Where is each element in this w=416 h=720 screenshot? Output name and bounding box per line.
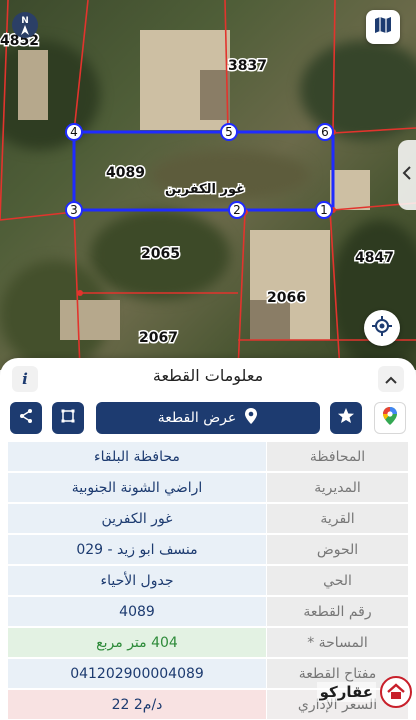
- governorate-value: محافظة البلقاء: [8, 442, 266, 472]
- vertex-2[interactable]: 2: [228, 201, 246, 219]
- area-measure-button[interactable]: [52, 402, 84, 434]
- sheet-header: i معلومات القطعة: [0, 358, 416, 398]
- app-logo: عقاركو: [262, 670, 412, 714]
- parcel-number-value: 4089: [8, 597, 266, 627]
- show-parcel-button[interactable]: عرض القطعة: [96, 402, 320, 434]
- logo-text: عقاركو: [316, 682, 376, 702]
- north-button[interactable]: N: [8, 10, 42, 44]
- parcel-overlay: 4 5 6 3 2 1 3837 4089 2065 4847 2066 206…: [0, 0, 416, 370]
- locate-icon: [371, 315, 393, 341]
- side-panel-tab[interactable]: [398, 140, 416, 210]
- locate-me-button[interactable]: [364, 310, 400, 346]
- svg-text:4: 4: [70, 125, 78, 139]
- basin-value: منسف ابو زيد - 029: [8, 535, 266, 565]
- polygon-icon: [60, 408, 76, 428]
- vertex-4[interactable]: 4: [65, 123, 83, 141]
- neighborhood-label: الحي: [266, 566, 408, 596]
- svg-text:N: N: [21, 16, 29, 26]
- basin-label: الحوض: [266, 535, 408, 565]
- row-parcel-number: 4089 رقم القطعة: [8, 597, 408, 628]
- action-bar: عرض القطعة: [0, 402, 416, 460]
- share-button[interactable]: [10, 402, 42, 434]
- vertex-6[interactable]: 6: [316, 123, 334, 141]
- parcel-label-4847: 4847: [355, 250, 394, 266]
- vertex-1[interactable]: 1: [315, 201, 333, 219]
- directorate-label: المديرية: [266, 473, 408, 503]
- chevron-up-icon: [384, 370, 398, 389]
- satellite-map[interactable]: 4 5 6 3 2 1 3837 4089 2065 4847 2066 206…: [0, 0, 416, 370]
- map-layers-icon: [373, 15, 393, 39]
- vertex-3[interactable]: 3: [65, 201, 83, 219]
- vertex-5[interactable]: 5: [220, 123, 238, 141]
- area-value: 404 متر مربع: [8, 628, 266, 658]
- row-directorate: اراضي الشونة الجنوبية المديرية: [8, 473, 408, 504]
- google-maps-icon: [382, 406, 398, 430]
- village-label: القرية: [266, 504, 408, 534]
- row-neighborhood: جدول الأحياء الحي: [8, 566, 408, 597]
- sheet-title: معلومات القطعة: [152, 366, 264, 385]
- parcel-label-2066: 2066: [267, 290, 306, 306]
- row-area: 404 متر مربع المساحة *: [8, 628, 408, 659]
- svg-text:2: 2: [233, 203, 241, 217]
- star-icon: [337, 407, 355, 429]
- selected-parcel-name: غور الكفرين: [165, 182, 245, 197]
- row-village: غور الكفرين القرية: [8, 504, 408, 535]
- collapse-sheet-button[interactable]: [378, 366, 404, 392]
- parcel-info-sheet: i معلومات القطعة عرض القطعة محافظة البلق…: [0, 358, 416, 720]
- show-parcel-label: عرض القطعة: [157, 410, 237, 426]
- google-maps-button[interactable]: [374, 402, 406, 434]
- svg-text:6: 6: [321, 125, 329, 139]
- app: 4 5 6 3 2 1 3837 4089 2065 4847 2066 206…: [0, 0, 416, 720]
- favorite-button[interactable]: [330, 402, 362, 434]
- parcel-label-2065: 2065: [141, 246, 180, 262]
- admin-price-value: 22 د/م2: [8, 690, 266, 720]
- row-governorate: محافظة البلقاء المحافظة: [8, 442, 408, 473]
- map-layers-button[interactable]: [366, 10, 400, 44]
- village-value: غور الكفرين: [8, 504, 266, 534]
- svg-text:1: 1: [320, 203, 328, 217]
- governorate-label: المحافظة: [266, 442, 408, 472]
- parcel-label-3837: 3837: [228, 58, 267, 74]
- chevron-left-icon: [402, 165, 412, 185]
- directorate-value: اراضي الشونة الجنوبية: [8, 473, 266, 503]
- location-pin-icon: [244, 407, 258, 429]
- logo-mark-icon: [380, 676, 412, 708]
- svg-text:5: 5: [225, 125, 233, 139]
- parcel-key-value: 041202900004089: [8, 659, 266, 689]
- parcel-label-4089: 4089: [106, 165, 145, 181]
- svg-text:3: 3: [70, 203, 78, 217]
- parcel-number-label: رقم القطعة: [266, 597, 408, 627]
- row-basin: منسف ابو زيد - 029 الحوض: [8, 535, 408, 566]
- share-icon: [18, 408, 34, 428]
- neighborhood-value: جدول الأحياء: [8, 566, 266, 596]
- area-label: المساحة *: [266, 628, 408, 658]
- parcel-label-2067: 2067: [139, 330, 178, 346]
- north-arrow-icon: N: [10, 10, 40, 44]
